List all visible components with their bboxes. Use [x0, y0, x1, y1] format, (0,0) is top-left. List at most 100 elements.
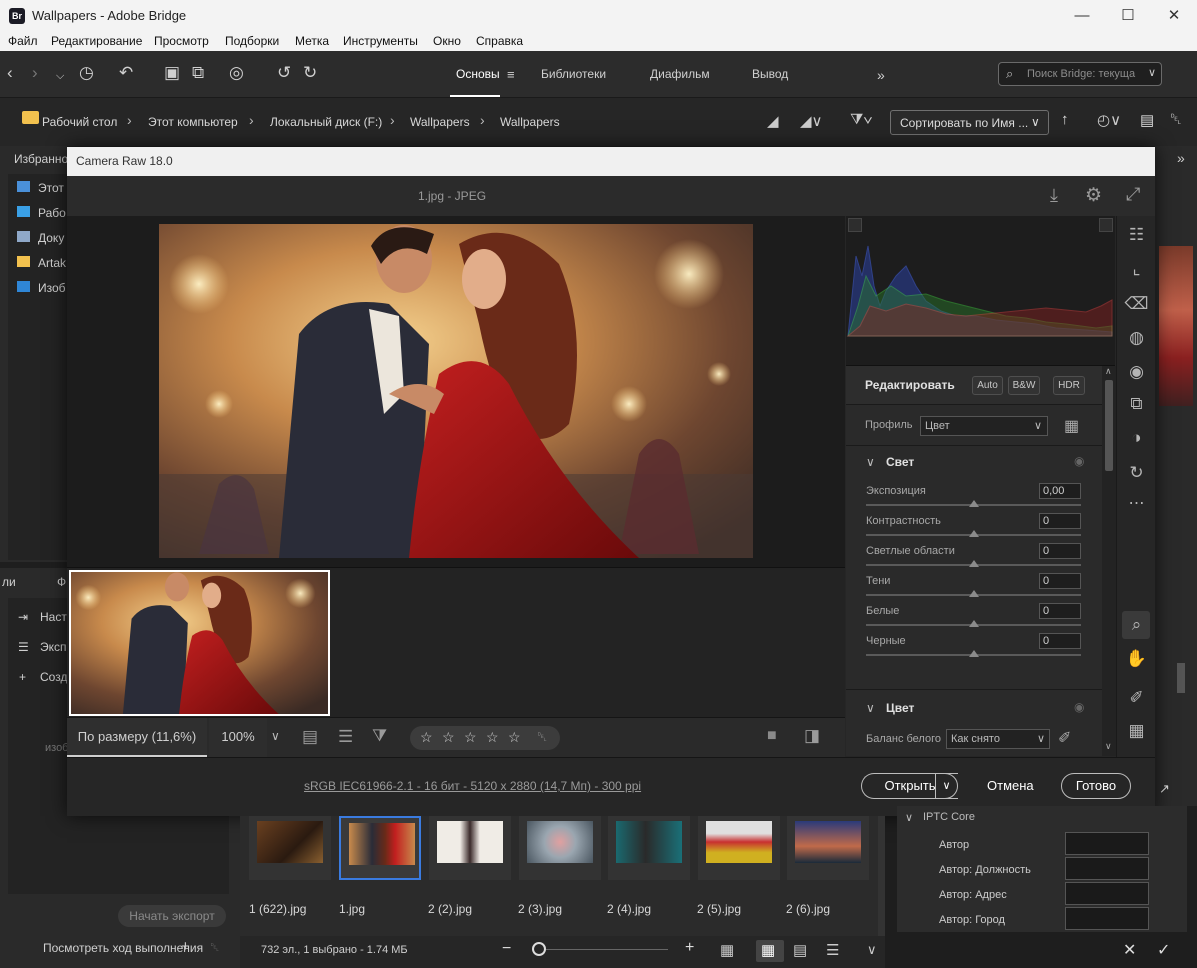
open-recent-icon[interactable]: ◴∨	[1097, 111, 1121, 129]
settings-icon[interactable]: ⚙	[1085, 184, 1102, 207]
workflow-options-link[interactable]: sRGB IEC61966-2.1 - 16 бит - 5120 x 2880…	[304, 779, 641, 793]
star-icon[interactable]: ☆	[508, 729, 521, 746]
more-options-icon[interactable]: ⋯	[1117, 493, 1156, 513]
trash-icon[interactable]: ␡	[210, 940, 220, 955]
star-icon[interactable]: ☆	[486, 729, 499, 746]
done-button[interactable]: Готово	[1061, 773, 1131, 799]
view-thumbnails-icon[interactable]: ▦	[761, 941, 775, 959]
chevron-down-icon[interactable]: ∨	[271, 729, 280, 743]
metadata-field[interactable]	[1065, 907, 1149, 930]
file-name[interactable]: 1 (622).jpg	[249, 902, 306, 916]
scrollbar[interactable]	[1177, 663, 1185, 693]
favorite-item[interactable]: Доку	[38, 231, 64, 245]
whites-input[interactable]: 0	[1039, 603, 1081, 619]
color-sampler-icon[interactable]: ✐	[1117, 688, 1156, 708]
image-preview[interactable]	[67, 216, 845, 567]
thumbnail-quality-icon[interactable]: ◢	[767, 112, 779, 130]
view-details-icon[interactable]: ▤	[793, 941, 807, 959]
auto-button[interactable]: Auto	[972, 376, 1003, 395]
edit-scrollbar[interactable]: ∧ ∨	[1102, 366, 1116, 756]
content-thumbnail[interactable]	[249, 816, 331, 880]
file-name[interactable]: 1.jpg	[339, 902, 365, 916]
trash-icon[interactable]: ␡	[537, 729, 547, 745]
filter-icon[interactable]: ⧩∨	[850, 111, 873, 128]
red-eye-icon[interactable]: ◉	[1117, 362, 1156, 382]
bw-button[interactable]: B&W	[1008, 376, 1040, 395]
search-input[interactable]: ⌕ Поиск Bridge: текуща ∨	[998, 62, 1162, 86]
exposure-slider-thumb[interactable]	[969, 500, 979, 507]
favorite-item[interactable]: Изоб	[38, 281, 66, 295]
grid-lock-icon[interactable]: ▦	[720, 941, 734, 959]
zoom-fit-button[interactable]: По размеру (11,6%)	[67, 718, 207, 757]
forward-icon[interactable]: ›	[32, 63, 38, 83]
camera-raw-sync-icon[interactable]: ◎	[229, 63, 244, 83]
blacks-input[interactable]: 0	[1039, 633, 1081, 649]
visibility-eye-icon[interactable]: ◉	[1074, 454, 1084, 468]
breadcrumb-wallpapers[interactable]: Wallpapers	[500, 115, 560, 129]
file-name[interactable]: 2 (3).jpg	[518, 902, 562, 916]
rotate-right-icon[interactable]: ↻	[303, 63, 317, 83]
content-thumbnail[interactable]	[608, 816, 690, 880]
profile-browser-icon[interactable]: ▦	[1064, 416, 1079, 436]
layers-icon[interactable]: ⧉	[1117, 394, 1156, 414]
more-workspaces-icon[interactable]: »	[877, 65, 885, 85]
content-thumbnail-selected[interactable]	[339, 816, 421, 880]
grid-icon[interactable]: ▦	[1117, 721, 1156, 741]
filmstrip-thumbnail-selected[interactable]	[69, 570, 330, 716]
file-name[interactable]: 2 (6).jpg	[786, 902, 830, 916]
recent-files-icon[interactable]: ◷	[79, 63, 94, 83]
highlights-input[interactable]: 0	[1039, 543, 1081, 559]
menu-view[interactable]: Просмотр	[154, 34, 209, 48]
minimize-button[interactable]: —	[1059, 0, 1105, 31]
presets-icon[interactable]: ◑	[1117, 428, 1156, 448]
rotate-left-icon[interactable]: ↺	[277, 63, 291, 83]
fullscreen-icon[interactable]: ⤢	[1126, 184, 1140, 205]
exposure-input[interactable]: 0,00	[1039, 483, 1081, 499]
edit-sliders-icon[interactable]: ☷	[1117, 225, 1156, 245]
cancel-button[interactable]: Отмена	[987, 778, 1034, 793]
zoom-out-icon[interactable]: −	[502, 940, 511, 958]
back-icon[interactable]: ‹	[7, 63, 13, 83]
scrollbar-thumb[interactable]	[1105, 380, 1113, 471]
chevron-down-icon[interactable]: ∨	[866, 701, 875, 715]
get-photos-icon[interactable]: ▣	[164, 63, 180, 83]
filmstrip-options-icon[interactable]: ▤	[302, 727, 318, 747]
eraser-icon[interactable]: ⌫	[1117, 294, 1156, 314]
highlights-slider-thumb[interactable]	[969, 560, 979, 567]
star-icon[interactable]: ☆	[442, 729, 455, 746]
zoom-level-dropdown[interactable]: 100%	[209, 718, 267, 757]
tab-filmstrip[interactable]: Диафильм	[650, 67, 710, 81]
save-image-icon[interactable]: ⤓	[1050, 185, 1058, 206]
refine-icon[interactable]: ⧉	[192, 63, 204, 83]
new-folder-icon[interactable]: ▤	[1140, 111, 1154, 129]
white-balance-dropdown[interactable]: Как снято ∨	[946, 729, 1050, 749]
chevron-down-icon[interactable]: ∨	[1148, 66, 1156, 79]
chevron-down-icon[interactable]: ∨	[866, 455, 875, 469]
content-thumbnail[interactable]	[429, 816, 511, 880]
favorite-item[interactable]: Рабо	[38, 206, 66, 220]
hdr-button[interactable]: HDR	[1053, 376, 1085, 395]
breadcrumb-desktop[interactable]: Рабочий стол	[42, 115, 117, 129]
external-link-icon[interactable]: ↗	[1159, 781, 1170, 797]
preview-mode-icon[interactable]: ■	[767, 727, 777, 745]
shadows-slider-thumb[interactable]	[969, 590, 979, 597]
content-scrollbar[interactable]	[878, 816, 885, 936]
apply-metadata-icon[interactable]: ✓	[1157, 940, 1170, 960]
blacks-slider-thumb[interactable]	[969, 650, 979, 657]
chevron-down-icon[interactable]: ⌵	[56, 66, 64, 86]
color-section-title[interactable]: Цвет	[886, 701, 914, 715]
breadcrumb-local-disk[interactable]: Локальный диск (F:)	[270, 115, 382, 129]
metadata-field[interactable]	[1065, 832, 1149, 855]
cancel-metadata-icon[interactable]: ✕	[1123, 940, 1136, 960]
metadata-field[interactable]	[1065, 857, 1149, 880]
tab-favorites[interactable]: Избранное	[14, 152, 75, 166]
menu-edit[interactable]: Редактирование	[51, 34, 142, 48]
whites-slider-thumb[interactable]	[969, 620, 979, 627]
shadows-input[interactable]: 0	[1039, 573, 1081, 589]
zoom-in-icon[interactable]: +	[685, 939, 694, 957]
chevron-down-icon[interactable]: ∨	[905, 811, 913, 824]
tab-output[interactable]: Вывод	[752, 67, 788, 81]
content-thumbnail[interactable]	[519, 816, 601, 880]
crop-icon[interactable]: ⌞	[1117, 259, 1156, 279]
delete-icon[interactable]: ␡	[1170, 111, 1182, 128]
